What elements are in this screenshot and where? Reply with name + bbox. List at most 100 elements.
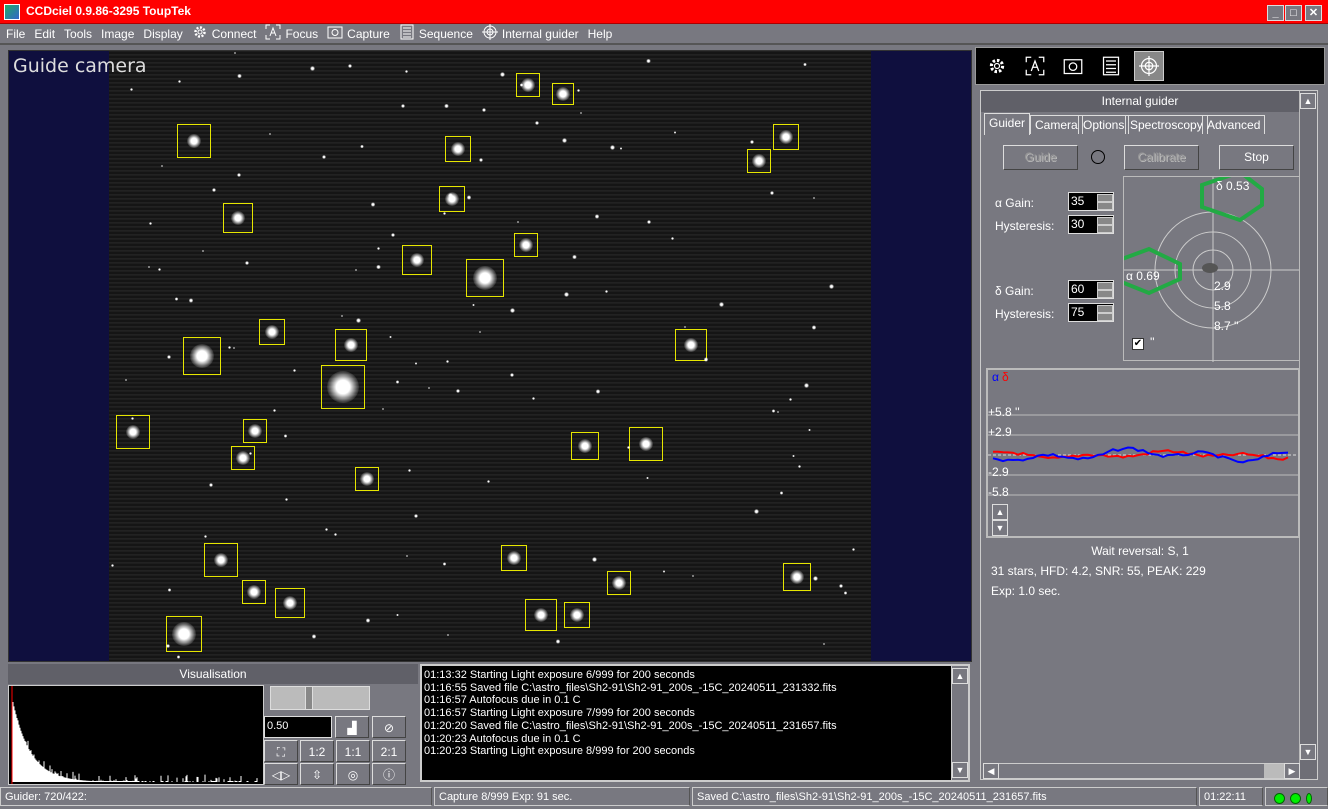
log-scroll-up[interactable]: ▲ bbox=[952, 668, 968, 684]
brightness-slider[interactable] bbox=[270, 686, 370, 710]
log-scrollbar[interactable]: ▲ ▼ bbox=[951, 666, 968, 780]
right-toolbar bbox=[975, 47, 1325, 85]
histogram-button[interactable]: ▟ bbox=[335, 716, 369, 738]
arcsec-checkbox[interactable]: ✔ bbox=[1132, 338, 1144, 350]
scroll-down-button[interactable]: ▼ bbox=[1300, 744, 1316, 760]
zoom-1-2-button[interactable]: 1:2 bbox=[300, 740, 334, 762]
minimize-button[interactable]: _ bbox=[1267, 5, 1284, 21]
menu-display[interactable]: Display bbox=[143, 27, 182, 41]
star-selection-box bbox=[514, 233, 538, 257]
faint-star bbox=[803, 62, 808, 67]
crosshair-icon bbox=[481, 24, 498, 43]
tab-guider[interactable]: Guider bbox=[984, 113, 1031, 135]
toolbar-crosshair-button[interactable] bbox=[1134, 51, 1164, 81]
delta-gain-value: 60 bbox=[1071, 282, 1085, 296]
menu-internal-guider[interactable]: Internal guider bbox=[481, 24, 579, 43]
histogram[interactable] bbox=[8, 685, 264, 785]
star-selection-box bbox=[783, 563, 811, 591]
toolbar-list-button[interactable] bbox=[1096, 51, 1126, 81]
toolbar-gear-button[interactable] bbox=[982, 51, 1012, 81]
faint-star bbox=[466, 194, 472, 200]
graph-scale-up-button[interactable]: ▲ bbox=[992, 504, 1008, 520]
faint-star bbox=[482, 107, 487, 112]
star-selection-box bbox=[177, 124, 211, 158]
zoom-fit-button[interactable]: ⛶ bbox=[264, 740, 298, 762]
calibrate-button[interactable]: Calibrate bbox=[1124, 145, 1199, 170]
tick-label: -5.8 bbox=[988, 485, 1009, 499]
toolbar-camera-button[interactable] bbox=[1058, 51, 1088, 81]
tab-camera[interactable]: Camera bbox=[1030, 115, 1083, 134]
gamma-input[interactable]: 0.50 bbox=[264, 716, 332, 738]
log-line: 01:20:23 Starting Light exposure 8/999 f… bbox=[424, 745, 695, 758]
panel-vertical-scrollbar[interactable]: ▲ ▼ bbox=[1299, 91, 1317, 779]
faint-star bbox=[244, 260, 250, 266]
scroll-right-button[interactable]: ▶ bbox=[1284, 763, 1300, 779]
target-button[interactable]: ◎ bbox=[336, 763, 370, 785]
invert-button[interactable]: ⊘ bbox=[372, 716, 406, 738]
log-scroll-down[interactable]: ▼ bbox=[952, 762, 968, 778]
log-panel[interactable]: 01:13:32 Starting Light exposure 6/999 f… bbox=[420, 664, 970, 782]
flip-vertical-button[interactable]: ⇳ bbox=[300, 763, 334, 785]
faint-star bbox=[188, 297, 194, 303]
guide-button[interactable]: Guide bbox=[1003, 145, 1078, 170]
star-selection-box bbox=[355, 467, 379, 491]
menu-focus[interactable]: Focus bbox=[265, 24, 318, 43]
faint-star bbox=[851, 547, 855, 551]
alpha-gain-input[interactable]: 35 bbox=[1068, 192, 1114, 211]
menu-file[interactable]: File bbox=[6, 27, 25, 41]
menu-bar: File Edit Tools Image Display Connect Focus Cap… bbox=[0, 24, 1328, 45]
faint-star bbox=[576, 89, 580, 93]
info-button[interactable]: ⓘ bbox=[372, 763, 406, 785]
faint-star bbox=[212, 187, 217, 192]
star-selection-box bbox=[231, 446, 255, 470]
delta-hysteresis-input[interactable]: 75 bbox=[1068, 303, 1114, 322]
menu-tools[interactable]: Tools bbox=[64, 27, 92, 41]
menu-capture[interactable]: Capture bbox=[327, 24, 390, 43]
faint-star bbox=[201, 249, 205, 253]
menu-edit[interactable]: Edit bbox=[34, 27, 55, 41]
faint-star bbox=[414, 513, 419, 518]
scroll-left-button[interactable]: ◀ bbox=[983, 763, 999, 779]
menu-label: Display bbox=[143, 26, 183, 41]
tab-spectroscopy[interactable]: Spectroscopy bbox=[1125, 115, 1208, 134]
faint-star bbox=[360, 144, 364, 149]
faint-star bbox=[445, 359, 449, 363]
faint-star bbox=[808, 428, 811, 432]
toolbar-focus-button[interactable] bbox=[1020, 51, 1050, 81]
flip-horizontal-button[interactable]: ◁▷ bbox=[264, 763, 298, 785]
graph-scale-down-button[interactable]: ▼ bbox=[992, 520, 1008, 536]
menu-help[interactable]: Help bbox=[588, 27, 613, 41]
faint-star bbox=[609, 145, 615, 150]
close-button[interactable]: ✕ bbox=[1305, 5, 1322, 21]
delta-gain-input[interactable]: 60 bbox=[1068, 280, 1114, 299]
zoom-2-1-button[interactable]: 2:1 bbox=[372, 740, 406, 762]
faint-star bbox=[401, 104, 405, 108]
alpha-gain-value: 35 bbox=[1071, 194, 1085, 208]
stop-button[interactable]: Stop bbox=[1219, 145, 1294, 170]
scroll-up-button[interactable]: ▲ bbox=[1300, 93, 1316, 109]
alpha-hysteresis-input[interactable]: 30 bbox=[1068, 215, 1114, 234]
star-selection-box bbox=[243, 419, 267, 443]
menu-label: Help bbox=[587, 26, 613, 41]
saved-status: Saved C:\astro_files\Sh2-91\Sh2-91_200s_… bbox=[692, 787, 1197, 806]
slider-thumb[interactable] bbox=[305, 686, 313, 710]
faint-star bbox=[405, 554, 408, 558]
panel-horizontal-scrollbar[interactable]: ▶ ◀ bbox=[983, 763, 1300, 779]
star-selection-box bbox=[183, 337, 221, 375]
maximize-button[interactable]: □ bbox=[1285, 5, 1302, 21]
tab-options[interactable]: Options bbox=[1078, 115, 1130, 134]
zoom-1-1-button[interactable]: 1:1 bbox=[336, 740, 370, 762]
tab-advanced[interactable]: Advanced bbox=[1202, 115, 1266, 134]
faint-star bbox=[376, 264, 381, 269]
menu-connect[interactable]: Connect bbox=[192, 24, 256, 43]
hscroll-thumb[interactable] bbox=[1264, 764, 1286, 778]
guide-camera-view[interactable]: Guide camera bbox=[8, 50, 972, 662]
menu-sequence[interactable]: Sequence bbox=[399, 24, 473, 43]
faint-star bbox=[646, 219, 652, 224]
faint-star bbox=[619, 147, 623, 151]
faint-star bbox=[797, 464, 802, 468]
menu-image[interactable]: Image bbox=[101, 27, 134, 41]
log-line: 01:16:55 Saved file C:\astro_files\Sh2-9… bbox=[424, 681, 837, 694]
faint-star bbox=[160, 164, 164, 167]
faint-star bbox=[370, 202, 376, 207]
